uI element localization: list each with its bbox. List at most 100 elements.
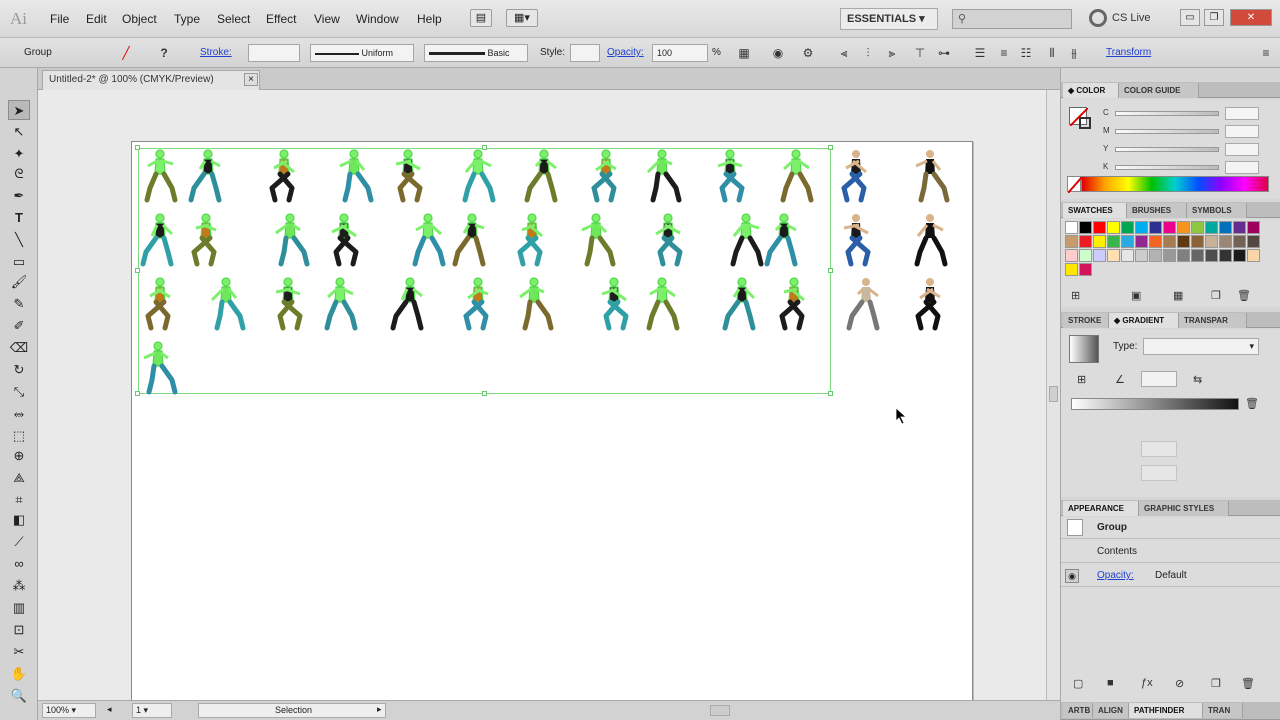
gradient-slider[interactable] xyxy=(1071,398,1239,410)
color-swatch[interactable] xyxy=(1247,221,1260,234)
align-middle-icon[interactable]: ⊶ xyxy=(936,45,952,61)
menu-effect[interactable]: Effect xyxy=(266,12,296,26)
dancer-figure[interactable] xyxy=(188,148,228,204)
shape-builder-tool-icon[interactable]: ⊕ xyxy=(8,446,30,466)
tab-pathfinder[interactable]: PATHFINDER xyxy=(1129,703,1203,718)
color-swatch[interactable] xyxy=(1079,263,1092,276)
align-right-icon[interactable]: ⫸ xyxy=(884,45,900,61)
gradient-location-input[interactable] xyxy=(1141,465,1177,481)
tab-color-guide[interactable]: COLOR GUIDE xyxy=(1119,83,1199,98)
swatch-libraries-icon[interactable]: ⊞ xyxy=(1071,289,1080,302)
menu-object[interactable]: Object xyxy=(122,12,157,26)
color-swatch[interactable] xyxy=(1219,235,1232,248)
blend-tool-icon[interactable]: ∞ xyxy=(8,554,30,574)
isolate-icon[interactable]: ◉ xyxy=(770,45,786,61)
selection-handle[interactable] xyxy=(135,391,140,396)
paintbrush-tool-icon[interactable]: 🖌 xyxy=(8,272,30,292)
black-slider[interactable]: K xyxy=(1103,161,1273,175)
color-swatch[interactable] xyxy=(1233,249,1246,262)
zoom-dropdown[interactable]: 100% ▾ xyxy=(42,703,96,718)
arrange-documents-icon[interactable]: ▦▾ xyxy=(506,9,538,27)
tab-artboards[interactable]: ARTB xyxy=(1063,703,1093,718)
color-swatch[interactable] xyxy=(1065,249,1078,262)
dancer-figure[interactable] xyxy=(140,148,180,204)
dancer-figure[interactable] xyxy=(452,212,492,268)
workspace-switcher[interactable]: ESSENTIALS ▾ xyxy=(840,8,938,30)
tab-transform[interactable]: TRAN xyxy=(1203,703,1243,718)
distribute-center-icon[interactable]: ≡ xyxy=(996,45,1012,61)
pencil-tool-icon[interactable]: ✎ xyxy=(8,294,30,314)
selection-handle[interactable] xyxy=(828,391,833,396)
color-swatch[interactable] xyxy=(1107,235,1120,248)
dancer-figure[interactable] xyxy=(138,340,178,396)
stroke-profile-dropdown[interactable]: Uniform xyxy=(310,44,414,62)
stroke-weight-input[interactable] xyxy=(248,44,300,62)
none-color-icon[interactable] xyxy=(1067,176,1083,194)
distribute-left-icon[interactable]: ⫴ xyxy=(1044,45,1060,61)
color-swatch[interactable] xyxy=(1205,221,1218,234)
selection-handle[interactable] xyxy=(481,391,487,396)
dancer-figure[interactable] xyxy=(390,276,430,332)
color-swatch[interactable] xyxy=(1191,249,1204,262)
dancer-figure[interactable] xyxy=(910,148,950,204)
color-swatch[interactable] xyxy=(1191,221,1204,234)
dancer-figure[interactable] xyxy=(388,148,428,204)
line-tool-icon[interactable]: ╲ xyxy=(8,230,30,250)
color-swatch[interactable] xyxy=(1177,221,1190,234)
dancer-figure[interactable] xyxy=(334,148,374,204)
clear-appearance-icon[interactable]: ⊘ xyxy=(1175,677,1184,690)
color-swatch[interactable] xyxy=(1219,249,1232,262)
color-swatch[interactable] xyxy=(1107,221,1120,234)
color-swatch[interactable] xyxy=(1135,221,1148,234)
swatch-options-icon[interactable]: ▦ xyxy=(1173,289,1183,302)
selection-handle[interactable] xyxy=(828,268,833,273)
visibility-eye-icon[interactable]: ◉ xyxy=(1065,569,1079,583)
distribute-top-icon[interactable]: ☰ xyxy=(972,45,988,61)
artboard-tool-icon[interactable]: ⊡ xyxy=(8,620,30,640)
selection-tool-icon[interactable]: ➤ xyxy=(8,100,30,120)
type-tool-icon[interactable]: T xyxy=(8,208,30,228)
color-swatch[interactable] xyxy=(1177,235,1190,248)
delete-item-icon[interactable]: 🗑 xyxy=(1241,677,1255,690)
mesh-tool-icon[interactable]: ⌗ xyxy=(8,490,30,510)
cyan-slider[interactable]: C xyxy=(1103,107,1273,121)
dancer-figure[interactable] xyxy=(264,148,304,204)
opacity-input[interactable]: 100 xyxy=(652,44,708,62)
width-tool-icon[interactable]: ⥈ xyxy=(8,404,30,424)
dancer-figure[interactable] xyxy=(270,212,310,268)
align-center-icon[interactable]: ⫶ xyxy=(860,45,876,61)
menu-help[interactable]: Help xyxy=(417,12,442,26)
appearance-contents-row[interactable]: Contents xyxy=(1061,541,1280,563)
dancer-figure[interactable] xyxy=(576,212,616,268)
gradient-angle-icon[interactable]: ∠ xyxy=(1115,373,1125,386)
dancer-figure[interactable] xyxy=(722,276,762,332)
dancer-figure[interactable] xyxy=(206,276,246,332)
perspective-grid-tool-icon[interactable]: ⟁ xyxy=(8,468,30,488)
dancer-figure[interactable] xyxy=(140,212,180,268)
slice-tool-icon[interactable]: ✂ xyxy=(8,642,30,662)
cs-live-label[interactable]: CS Live xyxy=(1112,12,1151,24)
dancer-figure[interactable] xyxy=(846,276,886,332)
stroke-color-icon[interactable]: ? xyxy=(156,45,172,61)
gradient-stroke-icon[interactable]: ⊞ xyxy=(1077,373,1086,386)
dancer-figure[interactable] xyxy=(458,148,498,204)
dancer-figure[interactable] xyxy=(324,212,364,268)
direct-selection-tool-icon[interactable]: ↖ xyxy=(8,122,30,142)
magic-wand-tool-icon[interactable]: ✦ xyxy=(8,144,30,164)
dancer-figure[interactable] xyxy=(586,148,626,204)
eyedropper-tool-icon[interactable]: ⟋ xyxy=(8,532,30,552)
tab-symbols[interactable]: SYMBOLS xyxy=(1187,203,1247,218)
color-swatch[interactable] xyxy=(1163,221,1176,234)
gradient-opacity-input[interactable] xyxy=(1141,441,1177,457)
canvas-area[interactable] xyxy=(38,90,1046,700)
dancer-figure[interactable] xyxy=(836,212,876,268)
dancer-figure[interactable] xyxy=(642,276,682,332)
appearance-group-row[interactable]: Group xyxy=(1061,517,1280,539)
tab-graphic-styles[interactable]: GRAPHIC STYLES xyxy=(1139,501,1229,516)
dancer-figure[interactable] xyxy=(648,212,688,268)
opacity-label[interactable]: Opacity: xyxy=(607,47,644,58)
dancer-figure[interactable] xyxy=(836,148,876,204)
horizontal-scroll-thumb[interactable] xyxy=(710,705,730,716)
align-left-icon[interactable]: ⫷ xyxy=(836,45,852,61)
gradient-reverse-icon[interactable]: ⇆ xyxy=(1193,373,1202,386)
